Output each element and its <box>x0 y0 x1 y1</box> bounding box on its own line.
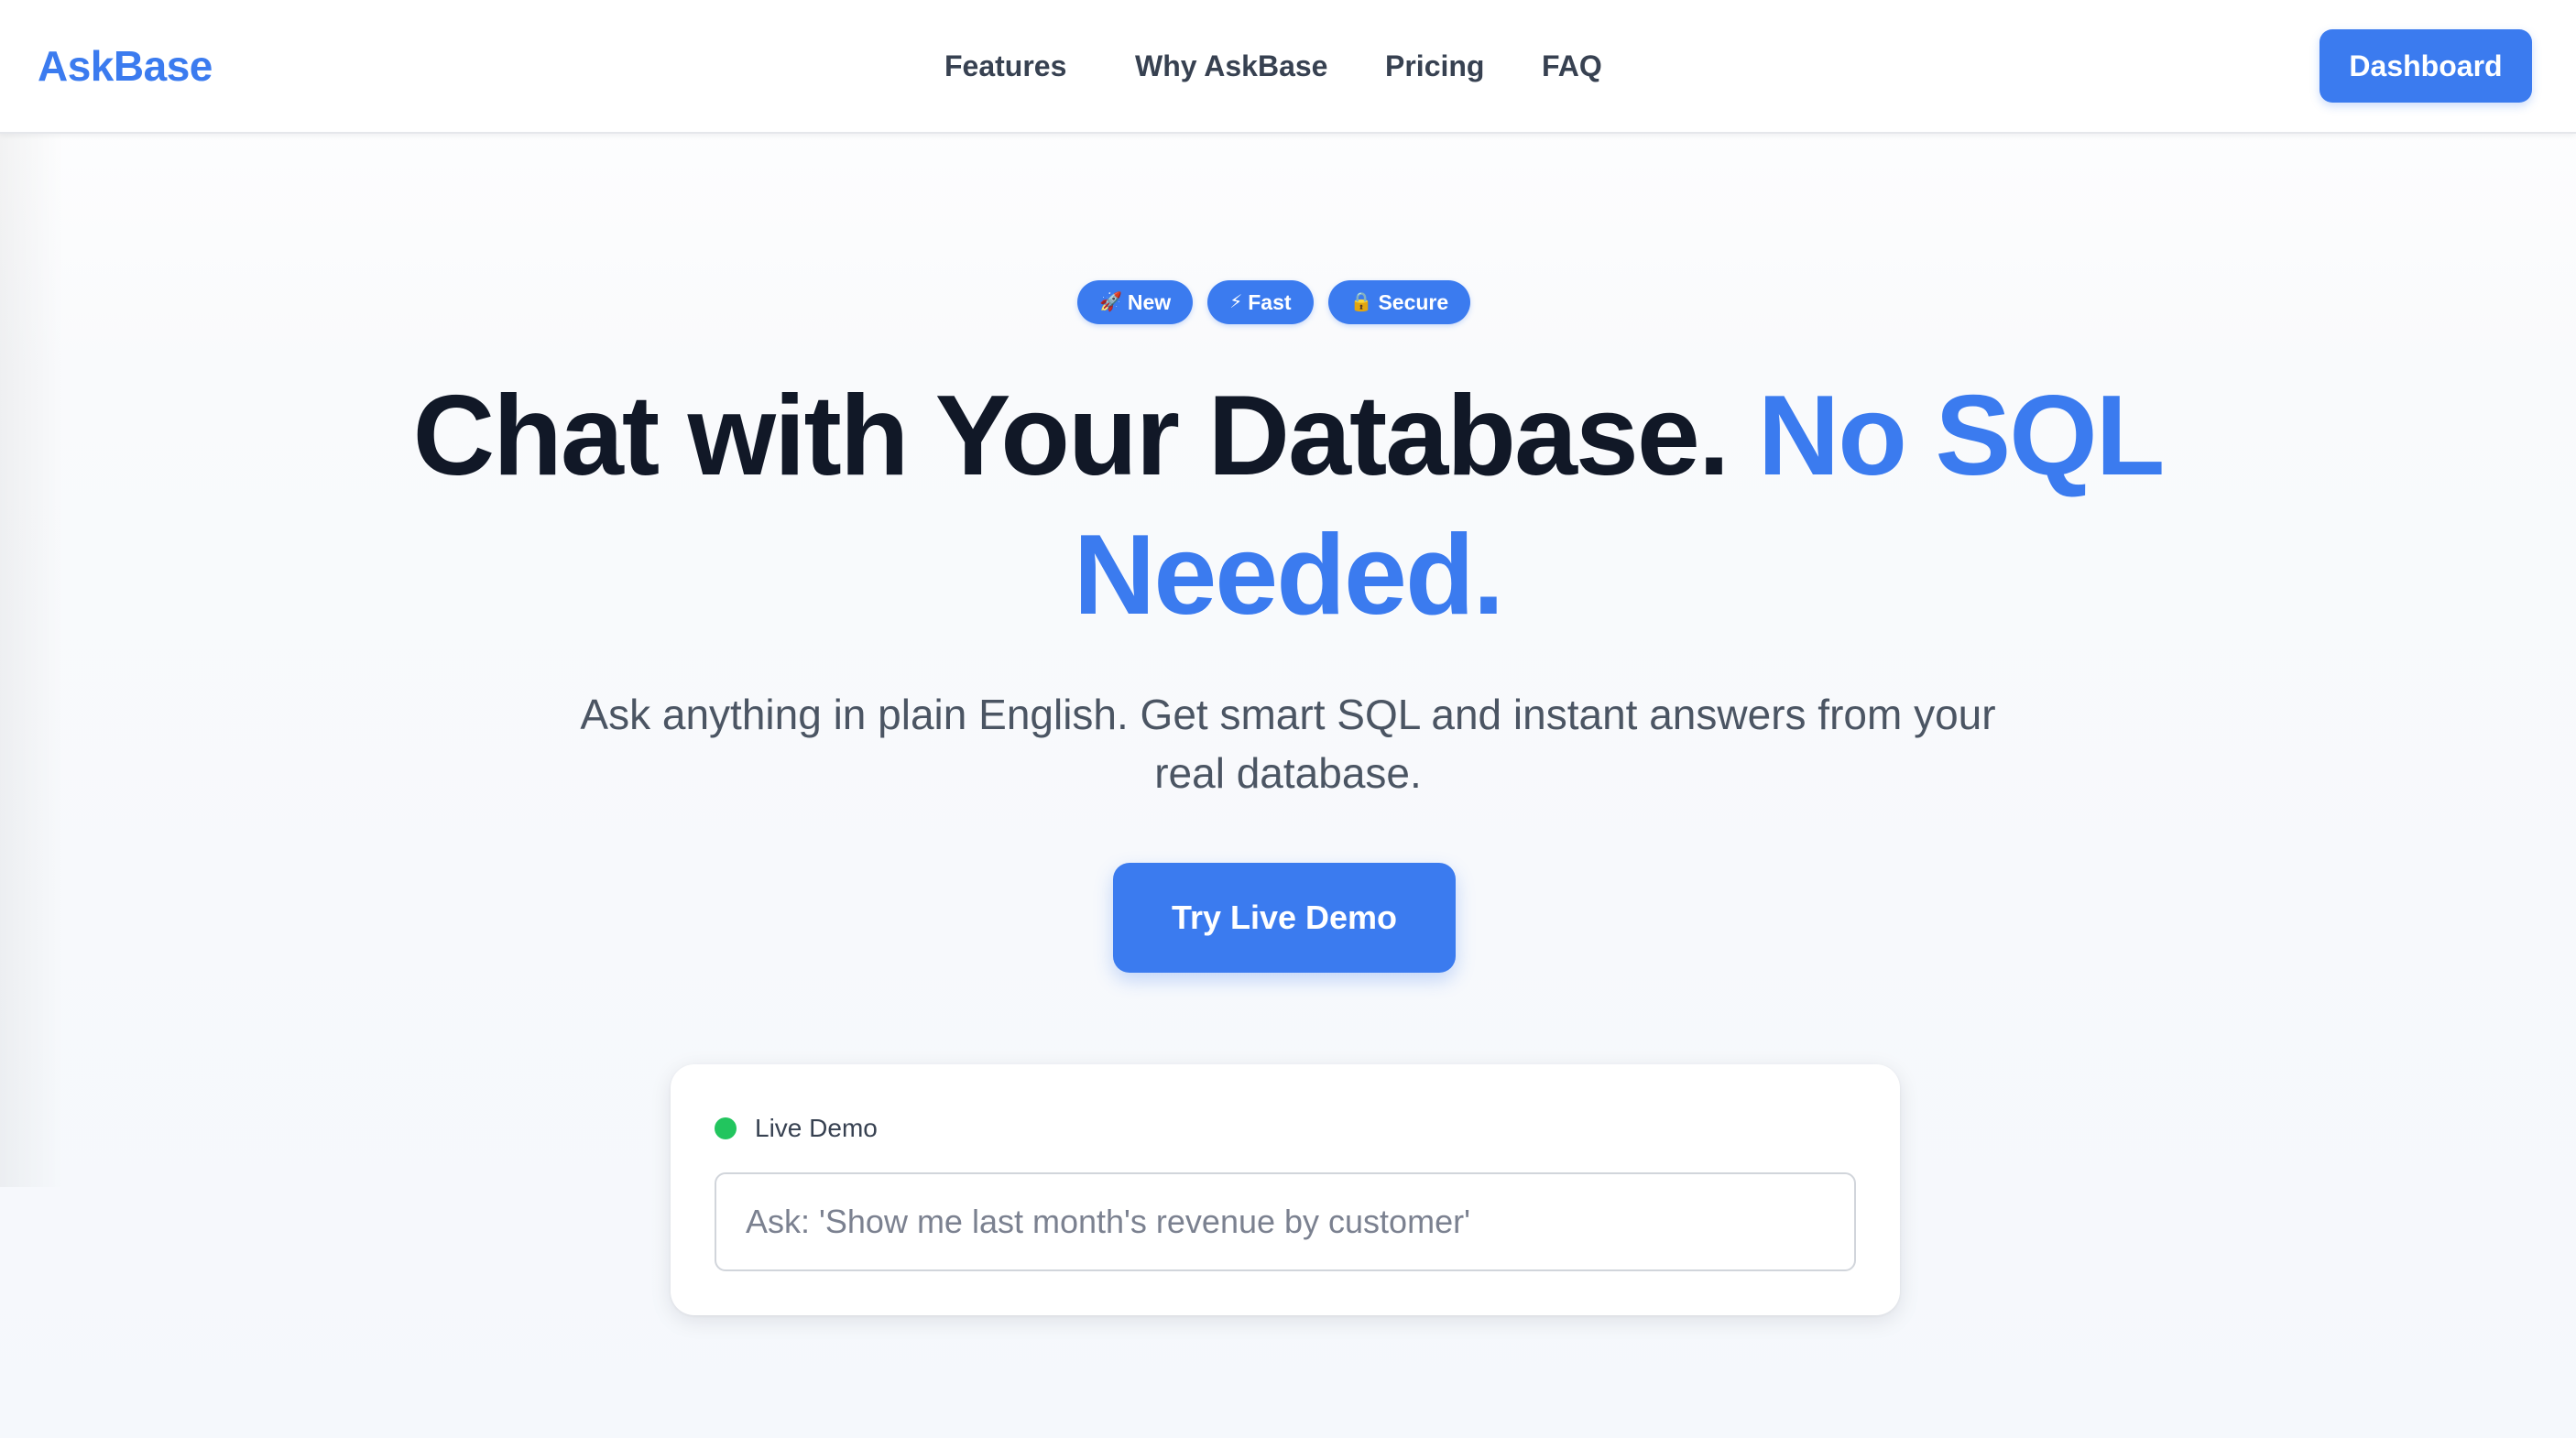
main-nav: Features Why AskBase Pricing FAQ <box>0 0 2576 134</box>
feature-badges: 🚀 New ⚡ Fast 🔒 Secure <box>1077 280 1471 324</box>
lock-icon: 🔒 <box>1349 292 1373 312</box>
dashboard-button[interactable]: Dashboard <box>2319 29 2532 103</box>
live-status-dot-icon <box>715 1117 737 1139</box>
left-edge-shadow <box>0 134 64 1187</box>
nav-link-features[interactable]: Features <box>944 46 1066 86</box>
live-demo-label: Live Demo <box>755 1114 878 1142</box>
nav-link-pricing[interactable]: Pricing <box>1385 46 1484 86</box>
hero-subheadline: Ask anything in plain English. Get smart… <box>580 691 1996 797</box>
nav-link-why-askbase[interactable]: Why AskBase <box>1135 46 1327 86</box>
badge-label: New <box>1127 290 1172 314</box>
badge-secure: 🔒 Secure <box>1327 280 1471 324</box>
badge-fast: ⚡ Fast <box>1207 280 1314 324</box>
try-live-demo-button[interactable]: Try Live Demo <box>1113 863 1456 973</box>
lightning-icon: ⚡ <box>1229 292 1243 312</box>
demo-query-input[interactable] <box>715 1172 1856 1271</box>
badge-label: Fast <box>1248 290 1292 314</box>
rocket-icon: 🚀 <box>1099 292 1122 312</box>
demo-status: Live Demo <box>715 1110 878 1147</box>
badge-new: 🚀 New <box>1077 280 1194 324</box>
live-demo-card: Live Demo <box>671 1064 1900 1315</box>
headline-main: Chat with Your Database. <box>412 373 1758 499</box>
nav-link-faq[interactable]: FAQ <box>1542 46 1602 86</box>
hero-headline: Chat with Your Database. No SQL Needed. <box>372 366 2204 645</box>
top-navbar: AskBase Features Why AskBase Pricing FAQ… <box>0 0 2576 134</box>
badge-label: Secure <box>1378 290 1449 314</box>
